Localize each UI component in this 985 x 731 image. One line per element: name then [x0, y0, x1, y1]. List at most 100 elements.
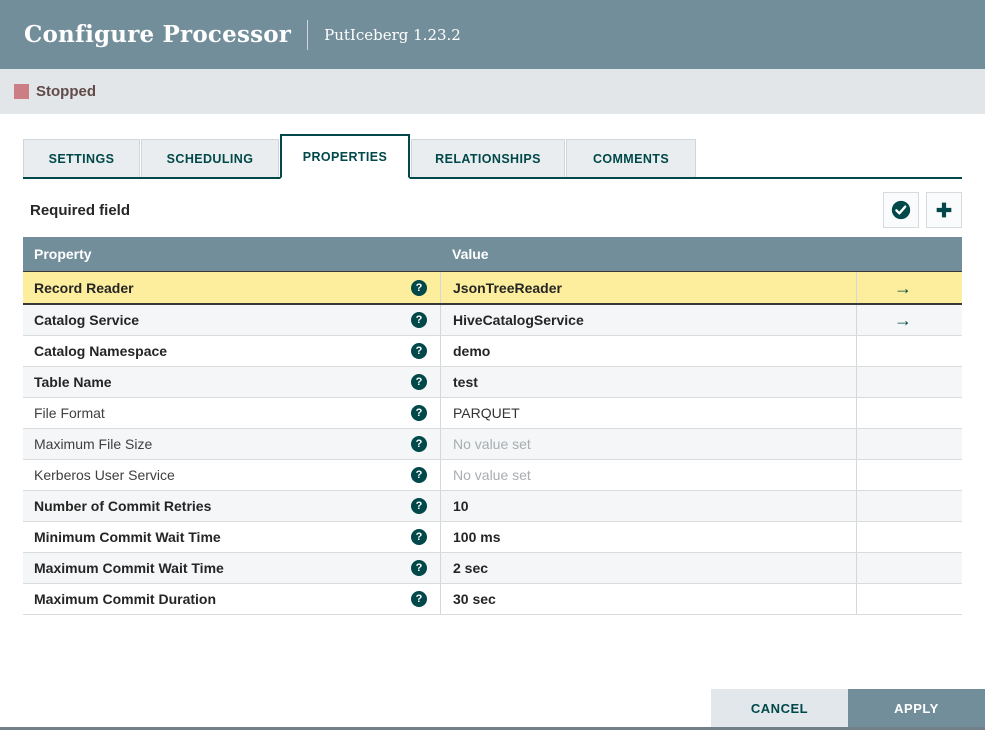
- value-cell[interactable]: HiveCatalogService: [440, 305, 856, 335]
- actions-cell: [856, 522, 962, 552]
- help-icon[interactable]: ?: [411, 591, 427, 607]
- value-cell[interactable]: JsonTreeReader: [440, 272, 856, 303]
- plus-icon: [933, 199, 955, 221]
- status-label: Stopped: [36, 83, 96, 100]
- actions-cell: [856, 429, 962, 459]
- dialog-header: Configure Processor PutIceberg 1.23.2: [0, 0, 985, 69]
- actions-cell: →: [856, 272, 962, 303]
- property-name: Number of Commit Retries: [34, 498, 212, 514]
- property-name: Maximum Commit Wait Time: [34, 560, 224, 576]
- required-field-label: Required field: [30, 201, 131, 219]
- property-cell: Catalog Namespace ?: [23, 336, 440, 366]
- dialog-title: Configure Processor: [24, 21, 292, 48]
- property-value: HiveCatalogService: [453, 312, 584, 328]
- property-name: Catalog Namespace: [34, 343, 168, 359]
- column-header-property: Property: [34, 246, 92, 262]
- property-cell: Catalog Service ?: [23, 305, 440, 335]
- table-row[interactable]: File Format ? PARQUET: [23, 398, 962, 429]
- help-icon[interactable]: ?: [411, 374, 427, 390]
- property-name: File Format: [34, 405, 105, 421]
- actions-cell: [856, 336, 962, 366]
- actions-cell: [856, 398, 962, 428]
- table-row[interactable]: Kerberos User Service ? No value set: [23, 460, 962, 491]
- tab-settings[interactable]: SETTINGS: [23, 139, 140, 177]
- property-value: 30 sec: [453, 591, 496, 607]
- go-to-service-icon[interactable]: →: [894, 311, 912, 329]
- table-row[interactable]: Catalog Namespace ? demo: [23, 336, 962, 367]
- actions-cell: →: [856, 305, 962, 335]
- table-row[interactable]: Catalog Service ? HiveCatalogService →: [23, 305, 962, 336]
- value-cell[interactable]: No value set: [440, 460, 856, 490]
- dialog-footer: CANCEL APPLY: [711, 689, 985, 727]
- property-cell: File Format ?: [23, 398, 440, 428]
- value-cell[interactable]: demo: [440, 336, 856, 366]
- value-cell[interactable]: No value set: [440, 429, 856, 459]
- help-icon[interactable]: ?: [411, 560, 427, 576]
- property-cell: Kerberos User Service ?: [23, 460, 440, 490]
- actions-cell: [856, 367, 962, 397]
- table-row[interactable]: Maximum Commit Wait Time ? 2 sec: [23, 553, 962, 584]
- table-header: Property Value: [23, 237, 962, 271]
- property-value: test: [453, 374, 478, 390]
- table-row[interactable]: Number of Commit Retries ? 10: [23, 491, 962, 522]
- column-header-value: Value: [452, 246, 489, 262]
- tab-bar: SETTINGS SCHEDULING PROPERTIES RELATIONS…: [23, 134, 962, 179]
- property-cell: Record Reader ?: [23, 272, 440, 303]
- go-to-service-icon[interactable]: →: [894, 279, 912, 297]
- property-name: Table Name: [34, 374, 112, 390]
- property-value: 2 sec: [453, 560, 489, 576]
- verify-properties-button[interactable]: [883, 192, 919, 228]
- actions-cell: [856, 491, 962, 521]
- table-row[interactable]: Maximum File Size ? No value set: [23, 429, 962, 460]
- help-icon[interactable]: ?: [411, 498, 427, 514]
- stopped-status-icon: [14, 84, 29, 99]
- add-property-button[interactable]: [926, 192, 962, 228]
- value-cell[interactable]: test: [440, 367, 856, 397]
- actions-cell: [856, 584, 962, 614]
- title-divider: [307, 19, 309, 50]
- help-icon[interactable]: ?: [411, 529, 427, 545]
- property-cell: Maximum Commit Duration ?: [23, 584, 440, 614]
- table-row[interactable]: Record Reader ? JsonTreeReader →: [23, 271, 962, 305]
- property-value: JsonTreeReader: [453, 279, 562, 296]
- property-name: Maximum File Size: [34, 436, 153, 452]
- help-icon[interactable]: ?: [411, 467, 427, 483]
- value-cell[interactable]: 100 ms: [440, 522, 856, 552]
- table-row[interactable]: Table Name ? test: [23, 367, 962, 398]
- help-icon[interactable]: ?: [411, 312, 427, 328]
- value-cell[interactable]: 30 sec: [440, 584, 856, 614]
- tab-scheduling[interactable]: SCHEDULING: [141, 139, 279, 177]
- table-body: Record Reader ? JsonTreeReader → Catalog…: [23, 271, 962, 615]
- property-name: Kerberos User Service: [34, 467, 175, 483]
- value-cell[interactable]: PARQUET: [440, 398, 856, 428]
- property-cell: Maximum Commit Wait Time ?: [23, 553, 440, 583]
- table-row[interactable]: Maximum Commit Duration ? 30 sec: [23, 584, 962, 615]
- apply-button[interactable]: APPLY: [848, 689, 985, 727]
- help-icon[interactable]: ?: [411, 436, 427, 452]
- tab-properties[interactable]: PROPERTIES: [280, 134, 410, 179]
- property-name: Record Reader: [34, 279, 134, 296]
- help-icon[interactable]: ?: [411, 343, 427, 359]
- property-value: No value set: [453, 436, 531, 452]
- processor-type-version: PutIceberg 1.23.2: [324, 25, 461, 44]
- property-name: Minimum Commit Wait Time: [34, 529, 221, 545]
- value-cell[interactable]: 2 sec: [440, 553, 856, 583]
- table-row[interactable]: Minimum Commit Wait Time ? 100 ms: [23, 522, 962, 553]
- help-icon[interactable]: ?: [411, 405, 427, 421]
- property-name: Catalog Service: [34, 312, 140, 328]
- property-cell: Table Name ?: [23, 367, 440, 397]
- property-value: PARQUET: [453, 405, 520, 421]
- help-icon[interactable]: ?: [411, 279, 427, 296]
- property-cell: Number of Commit Retries ?: [23, 491, 440, 521]
- tab-comments[interactable]: COMMENTS: [566, 139, 696, 177]
- check-circle-icon: [890, 199, 912, 221]
- property-value: No value set: [453, 467, 531, 483]
- property-value: demo: [453, 343, 491, 359]
- property-name: Maximum Commit Duration: [34, 591, 217, 607]
- tab-relationships[interactable]: RELATIONSHIPS: [411, 139, 565, 177]
- property-cell: Minimum Commit Wait Time ?: [23, 522, 440, 552]
- dialog-bottom-edge: [0, 727, 985, 730]
- property-value: 100 ms: [453, 529, 501, 545]
- cancel-button[interactable]: CANCEL: [711, 689, 848, 727]
- value-cell[interactable]: 10: [440, 491, 856, 521]
